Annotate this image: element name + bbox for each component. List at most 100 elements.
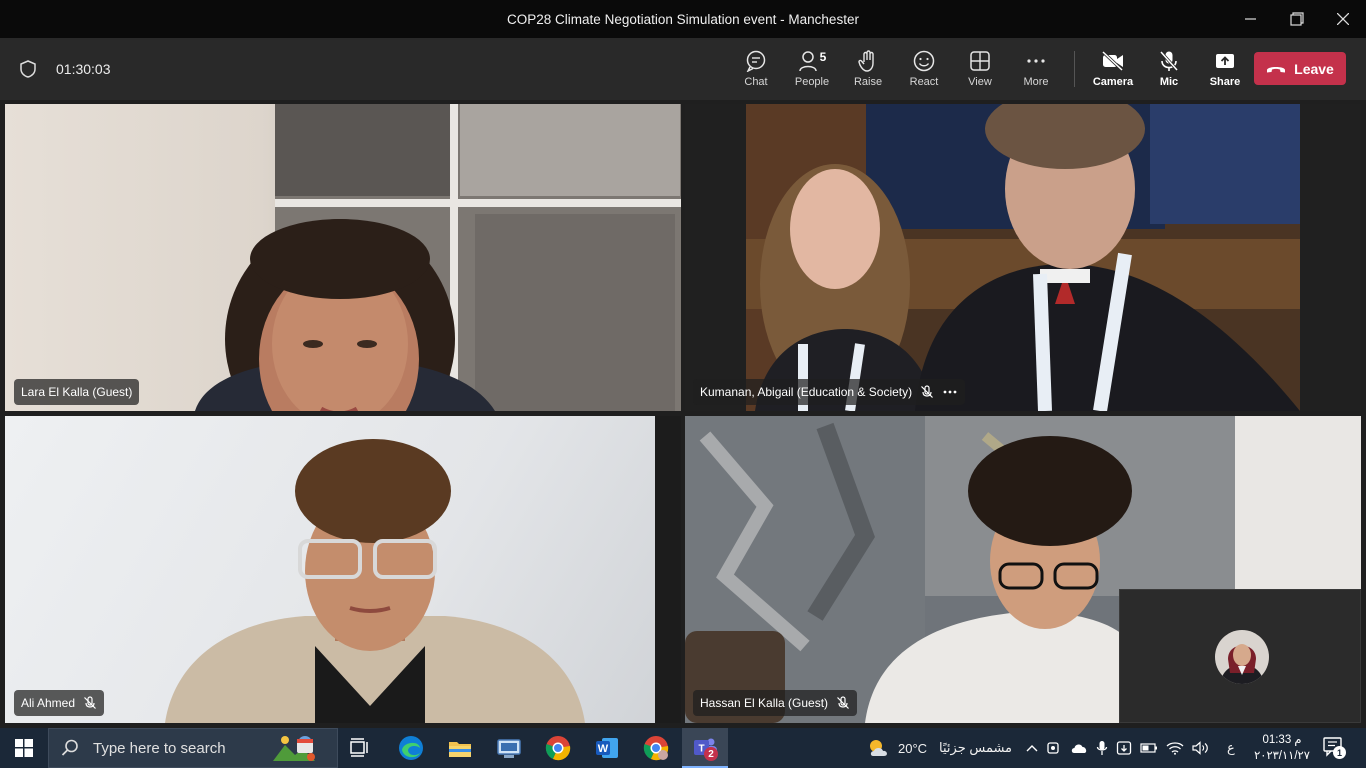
more-button[interactable]: More (1008, 38, 1064, 100)
mic-label: Mic (1159, 76, 1179, 88)
react-button[interactable]: React (896, 38, 952, 100)
self-view-tile[interactable] (1119, 589, 1361, 723)
battery-icon[interactable] (1140, 742, 1158, 754)
clock-time: 01:33 م (1262, 734, 1302, 746)
file-explorer-icon[interactable] (446, 734, 474, 762)
participant-name-tag: Kumanan, Abigail (Education & Society) (693, 379, 966, 405)
edge-browser-icon[interactable] (397, 734, 425, 762)
participant-name-tag: Hassan El Kalla (Guest) (693, 690, 858, 716)
view-button[interactable]: View (952, 38, 1008, 100)
more-label: More (1023, 76, 1049, 88)
participant-name-tag: Lara El Kalla (Guest) (14, 379, 140, 405)
mic-muted-icon (921, 385, 934, 398)
partly-sunny-icon (870, 740, 887, 756)
svg-text:W: W (598, 743, 609, 755)
participant-name-tag: Ali Ahmed (14, 690, 105, 716)
teams-badge-count: 2 (708, 748, 714, 760)
search-icon (61, 739, 78, 756)
people-count: 5 (819, 50, 827, 64)
shield-icon (20, 60, 36, 78)
weather-widget[interactable]: 20°C مشمس جزئيًا (866, 728, 1012, 768)
notification-count: 1 (1336, 747, 1342, 758)
mic-muted-icon (837, 696, 849, 709)
chat-icon (746, 50, 766, 72)
share-icon (1216, 54, 1234, 68)
video-tile[interactable]: Kumanan, Abigail (Education & Society) (685, 104, 1361, 411)
task-view-icon[interactable] (346, 734, 374, 762)
input-language[interactable]: ع (1227, 728, 1235, 768)
minimize-button[interactable] (1228, 0, 1274, 38)
restore-icon (1290, 12, 1304, 26)
search-highlight-icon (273, 736, 315, 761)
wifi-icon[interactable] (1166, 741, 1184, 755)
leave-label: Leave (1294, 60, 1334, 77)
participant-video (746, 104, 1300, 411)
people-icon (798, 51, 817, 72)
teams-badge: 2 (704, 747, 718, 761)
update-tray-icon[interactable] (1116, 740, 1132, 756)
title-bar: COP28 Climate Negotiation Simulation eve… (0, 0, 1366, 38)
meeting-toolbar: 01:30:03 Chat 5 People Raise React View (0, 38, 1366, 100)
volume-icon[interactable] (1192, 741, 1210, 755)
word-icon[interactable]: W (593, 734, 621, 762)
search-placeholder: Type here to search (93, 739, 226, 757)
smile-icon (913, 50, 935, 72)
camera-button[interactable]: Camera (1085, 38, 1141, 100)
self-avatar (1215, 630, 1269, 684)
camera-label: Camera (1092, 76, 1134, 88)
maximize-button[interactable] (1274, 0, 1320, 38)
more-options-icon[interactable] (942, 389, 958, 395)
weather-temp: 20°C (898, 740, 928, 756)
minimize-icon (1245, 18, 1256, 20)
chevron-up-icon[interactable] (1026, 744, 1038, 752)
more-icon (1027, 59, 1045, 63)
view-label: View (968, 76, 992, 88)
clock[interactable]: 01:33 م ٢٠٢٣/١١/٢٧ (1252, 731, 1312, 765)
toolbar-actions: Chat 5 People Raise React View More Came… (728, 38, 1253, 100)
participant-name: Ali Ahmed (21, 696, 76, 710)
raise-label: Raise (853, 76, 883, 88)
window-title: COP28 Climate Negotiation Simulation eve… (507, 11, 859, 27)
windows-start-icon[interactable] (15, 739, 33, 757)
participant-name: Hassan El Kalla (Guest) (700, 696, 829, 710)
microphone-tray-icon[interactable] (1096, 740, 1108, 756)
mic-button[interactable]: Mic (1141, 38, 1197, 100)
close-icon (1337, 13, 1349, 25)
chat-label: Chat (744, 76, 768, 88)
mic-off-icon (1159, 51, 1179, 71)
people-icon-group: 5 (798, 50, 827, 72)
share-button[interactable]: Share (1197, 38, 1253, 100)
remote-desktop-icon[interactable] (495, 734, 523, 762)
meeting-timer: 01:30:03 (56, 61, 111, 77)
system-tray-icons (1026, 728, 1210, 768)
mic-muted-icon (84, 696, 96, 709)
raise-hand-button[interactable]: Raise (840, 38, 896, 100)
video-tile[interactable]: Lara El Kalla (Guest) (5, 104, 681, 411)
notification-badge: 1 (1333, 746, 1346, 759)
participant-name: Lara El Kalla (Guest) (21, 385, 133, 399)
toolbar-divider (1074, 51, 1075, 87)
camera-tray-icon[interactable] (1046, 741, 1062, 755)
react-label: React (909, 76, 939, 88)
teams-taskbar-button[interactable]: T 2 (682, 728, 728, 768)
people-button[interactable]: 5 People (784, 38, 840, 100)
taskbar-search-box[interactable]: Type here to search (48, 728, 338, 768)
window-controls (1228, 0, 1366, 38)
weather-description: مشمس جزئيًا (939, 740, 1013, 755)
participant-video (165, 416, 681, 723)
video-tile[interactable]: Ali Ahmed (5, 416, 681, 723)
close-button[interactable] (1320, 0, 1366, 38)
chrome-profile-icon[interactable] (642, 734, 670, 762)
camera-off-icon (1101, 50, 1124, 72)
participant-video (195, 104, 681, 411)
chrome-icon[interactable] (544, 734, 572, 762)
notification-center-button[interactable]: 1 (1322, 737, 1346, 759)
onedrive-icon[interactable] (1070, 742, 1088, 754)
share-label: Share (1209, 76, 1241, 88)
leave-button[interactable]: Leave (1254, 52, 1346, 85)
chat-button[interactable]: Chat (728, 38, 784, 100)
grid-view-icon (970, 51, 990, 71)
hang-up-icon (1267, 66, 1286, 72)
windows-taskbar: Type here to search W T 2 20°C مشمس جزئي… (0, 728, 1366, 768)
clock-date: ٢٠٢٣/١١/٢٧ (1254, 750, 1310, 762)
